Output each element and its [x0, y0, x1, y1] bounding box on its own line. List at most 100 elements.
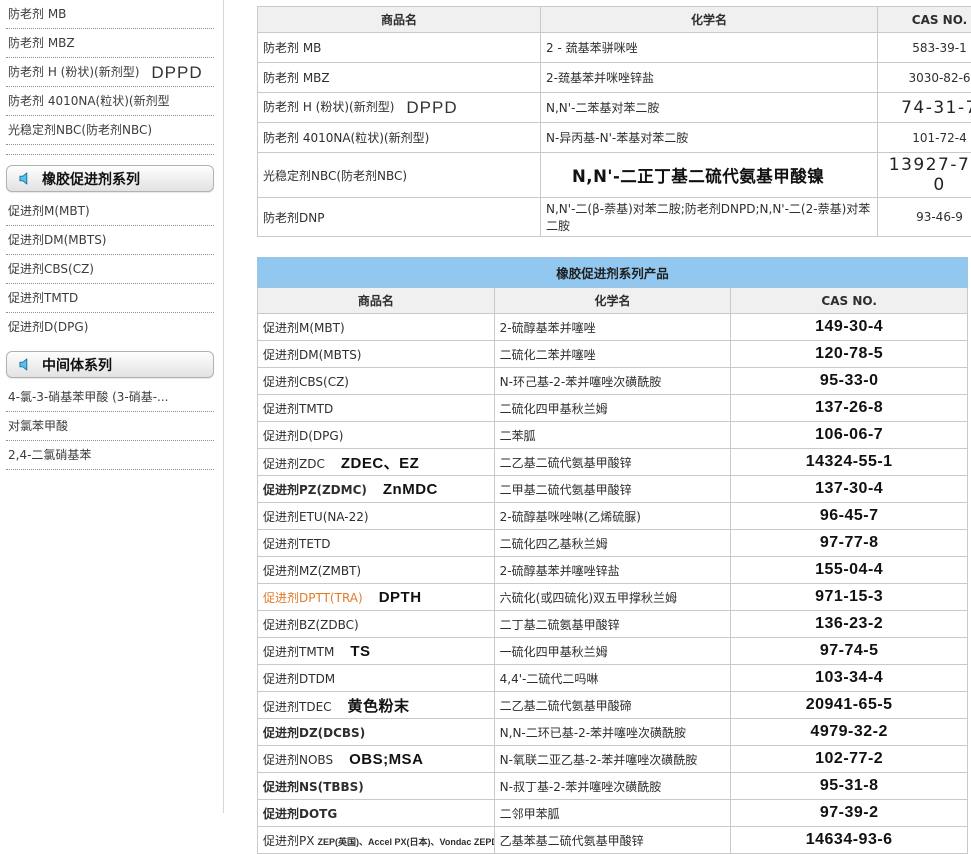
chemical-name-cell: N,N'-二正丁基二硫代氨基甲酸镍	[541, 153, 878, 198]
sidebar-item-label: 光稳定剂NBC(防老剂NBC)	[8, 123, 152, 137]
product-name-cell: 促进剂DPTT(TRA)DPTH	[258, 584, 495, 611]
product-name: 防老剂 MB	[263, 41, 321, 55]
handwritten-annotation: ZnMDC	[383, 481, 438, 498]
table-row: 促进剂M(MBT)2-硫醇基苯并噻唑149-30-4	[258, 314, 968, 341]
cas-number: 14634-93-6	[806, 831, 893, 848]
sidebar-item[interactable]: 防老剂 4010NA(粒状)(新剂型	[6, 87, 214, 116]
product-name-cell: 促进剂NS(TBBS)	[258, 773, 495, 800]
sidebar-item[interactable]: 促进剂M(MBT)	[6, 197, 214, 226]
sidebar: 防老剂 MB 防老剂 MBZ 防老剂 H (粉状)(新剂型)DPPD 防老剂 4010…	[6, 0, 214, 470]
sidebar-divider	[223, 0, 224, 813]
sidebar-item[interactable]: 2,4-二氯硝基苯	[6, 441, 214, 470]
chemical-name: 2 - 巯基苯骈咪唑	[546, 41, 638, 55]
cas-number-cell: 137-26-8	[731, 395, 968, 422]
product-name: 防老剂DNP	[263, 211, 324, 225]
product-name: 促进剂DOTG	[263, 807, 337, 821]
accelerator-table: 橡胶促进剂系列产品 商品名化学名CAS NO. 促进剂M(MBT)2-硫醇基苯并…	[257, 257, 968, 854]
chemical-name-cell: 2-硫醇基苯并噻唑	[494, 314, 731, 341]
chemical-name: N,N'-二苯基对苯二胺	[546, 101, 659, 115]
product-name-cell: 促进剂MZ(ZMBT)	[258, 557, 495, 584]
cas-number-cell: 13927-77-0	[878, 153, 971, 198]
chemical-name-cell: N,N'-二(β-萘基)对苯二胺;防老剂DNPD;N,N'-二(2-萘基)对苯二…	[541, 198, 878, 237]
sidebar-item[interactable]: 促进剂D(DPG)	[6, 313, 214, 341]
product-name: 促进剂D(DPG)	[263, 429, 343, 443]
handwritten-annotation: DPPD	[151, 63, 202, 82]
chemical-name: N,N'-二正丁基二硫代氨基甲酸镍	[572, 167, 824, 186]
chemical-name: 2-硫醇基咪唑啉(乙烯硫脲)	[500, 510, 641, 524]
product-name: 促进剂NOBS	[263, 753, 333, 767]
product-name: 促进剂NS(TBBS)	[263, 780, 364, 794]
chemical-name: 4,4'-二硫代二吗啉	[500, 672, 599, 686]
sidebar-item-label: 促进剂M(MBT)	[8, 204, 90, 218]
product-name: 促进剂DTDM	[263, 672, 335, 686]
chemical-name-cell: 2-硫醇基咪唑啉(乙烯硫脲)	[494, 503, 731, 530]
chemical-name: N-异丙基-N'-苯基对苯二胺	[546, 131, 688, 145]
cas-number-cell: 97-39-2	[731, 800, 968, 827]
product-name-cell: 促进剂NOBSOBS;MSA	[258, 746, 495, 773]
sidebar-item[interactable]: 光稳定剂NBC(防老剂NBC)	[6, 116, 214, 145]
cas-number: 97-77-8	[820, 534, 879, 551]
cas-number-cell: 971-15-3	[731, 584, 968, 611]
handwritten-annotation: DPPD	[406, 98, 457, 117]
cas-number-cell: 95-31-8	[731, 773, 968, 800]
sidebar-item[interactable]: 促进剂DM(MBTS)	[6, 226, 214, 255]
product-name: 促进剂ETU(NA-22)	[263, 510, 369, 524]
antioxidant-table: 商品名化学名CAS NO. 防老剂 MB2 - 巯基苯骈咪唑583-39-1防老…	[257, 6, 971, 237]
table-row: 光稳定剂NBC(防老剂NBC)N,N'-二正丁基二硫代氨基甲酸镍13927-77…	[258, 153, 971, 198]
cas-number-cell: 14634-93-6	[731, 827, 968, 854]
sidebar-section-title: 中间体系列	[42, 355, 112, 375]
cas-number: 101-72-4	[912, 131, 966, 145]
product-name-cell: 促进剂BZ(ZDBC)	[258, 611, 495, 638]
chemical-name: 二乙基二硫代氨基甲酸锌	[500, 456, 632, 470]
handwritten-annotation: 黄色粉末	[348, 698, 410, 715]
cas-number: 14324-55-1	[806, 453, 893, 470]
product-name-cell: 促进剂ETU(NA-22)	[258, 503, 495, 530]
sidebar-item[interactable]: 促进剂TMTD	[6, 284, 214, 313]
table-row: 防老剂 MB2 - 巯基苯骈咪唑583-39-1	[258, 33, 971, 63]
chemical-name-cell: 2-巯基苯并咪唑锌盐	[541, 63, 878, 93]
handwritten-annotation: DPTH	[379, 589, 422, 606]
chemical-name-cell: N-叔丁基-2-苯并噻唑次磺酰胺	[494, 773, 731, 800]
product-name: 防老剂 4010NA(粒状)(新剂型)	[263, 131, 429, 145]
sidebar-item-label: 促进剂DM(MBTS)	[8, 233, 107, 247]
chemical-name-cell: 二乙基二硫代氨基甲酸碲	[494, 692, 731, 719]
table-row: 促进剂ETU(NA-22)2-硫醇基咪唑啉(乙烯硫脲)96-45-7	[258, 503, 968, 530]
sidebar-section-header[interactable]: 中间体系列	[6, 351, 214, 378]
sidebar-item[interactable]: 防老剂 MBZ	[6, 29, 214, 58]
chemical-name: 二硫化四乙基秋兰姆	[500, 537, 608, 551]
sidebar-item-label: 防老剂 MBZ	[8, 36, 75, 50]
product-name-cell: 促进剂DOTG	[258, 800, 495, 827]
chemical-name-cell: 二甲基二硫代氨基甲酸锌	[494, 476, 731, 503]
sidebar-item-label: 2,4-二氯硝基苯	[8, 448, 91, 462]
sidebar-item[interactable]: 防老剂 MB	[6, 0, 214, 29]
sidebar-item[interactable]: 促进剂CBS(CZ)	[6, 255, 214, 284]
product-name-cell: 促进剂TMTD	[258, 395, 495, 422]
chemical-name-cell: 二硫化四乙基秋兰姆	[494, 530, 731, 557]
sidebar-section-header[interactable]: 橡胶促进剂系列	[6, 165, 214, 192]
cas-number: 93-46-9	[916, 210, 963, 224]
product-name-cell: 防老剂 MB	[258, 33, 541, 63]
product-name-cell: 促进剂TDEC黄色粉末	[258, 692, 495, 719]
main-content: 商品名化学名CAS NO. 防老剂 MB2 - 巯基苯骈咪唑583-39-1防老…	[257, 6, 968, 854]
cas-number-cell: 4979-32-2	[731, 719, 968, 746]
chemical-name-cell: 二邻甲苯胍	[494, 800, 731, 827]
cas-number: 95-31-8	[820, 777, 879, 794]
product-name-cell: 促进剂DM(MBTS)	[258, 341, 495, 368]
column-header-chemical: 化学名	[494, 288, 731, 314]
table-row: 促进剂TMTD 二硫化四甲基秋兰姆 137-26-8	[258, 395, 968, 422]
chemical-name: 二硫化四甲基秋兰姆	[500, 402, 608, 416]
sidebar-item[interactable]: 防老剂 H (粉状)(新剂型)DPPD	[6, 58, 214, 87]
handwritten-annotation: ZDEC、EZ	[341, 455, 420, 472]
product-name-cell: 促进剂PXZEP(英国)、Accel PX(日本)、Vondac ZEPD(荷兰…	[258, 827, 495, 854]
chemical-name: 二邻甲苯胍	[500, 807, 560, 821]
chemical-name: 二甲基二硫代氨基甲酸锌	[500, 483, 632, 497]
sidebar-item-label: 对氯苯甲酸	[8, 419, 68, 433]
product-name: 促进剂M(MBT)	[263, 321, 345, 335]
chemical-name-cell: 4,4'-二硫代二吗啉	[494, 665, 731, 692]
sidebar-item[interactable]: 对氯苯甲酸	[6, 412, 214, 441]
product-name-cell: 促进剂PZ(ZDMC)ZnMDC	[258, 476, 495, 503]
chemical-name-cell: N-异丙基-N'-苯基对苯二胺	[541, 123, 878, 153]
sidebar-item[interactable]: 4-氯-3-硝基苯甲酸 (3-硝基-...	[6, 383, 214, 412]
sidebar-item-label: 防老剂 4010NA(粒状)(新剂型	[8, 94, 170, 108]
product-name-cell: 防老剂 MBZ	[258, 63, 541, 93]
